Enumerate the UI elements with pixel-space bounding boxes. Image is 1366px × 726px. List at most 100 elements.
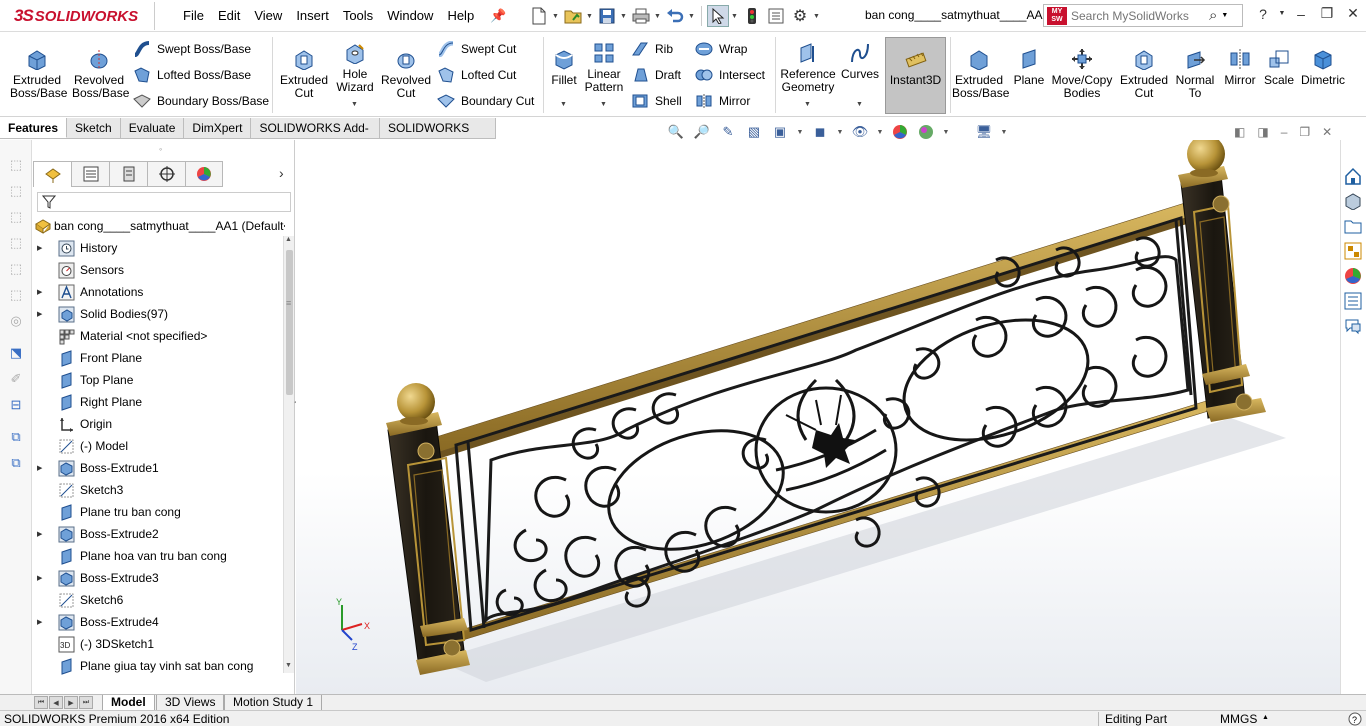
hide-show-dropdown-icon[interactable]: ▼ <box>876 122 884 142</box>
intersect-button[interactable]: Intersect <box>694 64 765 86</box>
tree-item[interactable]: Plane giua tay vinh sat ban cong <box>33 655 283 677</box>
instant3d-button[interactable]: Instant3D <box>885 37 946 114</box>
scroll-thumb[interactable] <box>286 250 293 395</box>
tree-item[interactable]: Sensors <box>33 259 283 281</box>
curves-dropdown-icon[interactable]: ▼ <box>856 101 863 108</box>
help-icon[interactable]: ? <box>1252 6 1274 22</box>
hole-wizard-button[interactable]: Hole Wizard <box>332 41 378 94</box>
last-tab-icon[interactable]: ⏭ <box>79 696 93 709</box>
appearances-icon[interactable] <box>1341 264 1365 288</box>
close-icon[interactable]: ✕ <box>1342 5 1364 22</box>
fillet-button[interactable]: Fillet <box>548 47 580 87</box>
apply-scene-dropdown-icon[interactable]: ▼ <box>942 122 950 142</box>
mirror-button[interactable]: Mirror <box>1220 47 1260 87</box>
reference-geometry-button[interactable]: Reference Geometry <box>779 41 837 94</box>
menu-view[interactable]: View <box>247 7 289 24</box>
arc-tool-icon[interactable]: ⬚ <box>0 282 32 308</box>
tab-sketch[interactable]: Sketch <box>67 118 121 138</box>
undo-dropdown-icon[interactable]: ▼ <box>688 13 696 20</box>
extruded-boss-2-button[interactable]: Extruded Boss/Base <box>952 47 1009 100</box>
swept-cut-button[interactable]: Swept Cut <box>436 38 516 60</box>
status-help-icon[interactable]: ? <box>1348 712 1362 726</box>
shell-button[interactable]: Shell <box>630 90 682 112</box>
tree-item[interactable]: Sketch6 <box>33 589 283 611</box>
tree-item[interactable]: Sketch3 <box>33 479 283 501</box>
status-units[interactable]: MMGS <box>1220 712 1257 726</box>
tab-evaluate[interactable]: Evaluate <box>120 118 185 138</box>
panel-grip-icon[interactable]: ◦ <box>159 144 162 154</box>
sketch-tool-icon[interactable]: ⬚ <box>0 152 32 178</box>
search-icon[interactable]: ⌕ <box>1209 7 1217 24</box>
previous-tab-icon[interactable]: ◀ <box>49 696 63 709</box>
viewport-restore-icon[interactable]: ❐ <box>1299 125 1310 139</box>
tree-filter-box[interactable] <box>37 192 291 212</box>
previous-view-icon[interactable]: ✎ <box>718 122 738 142</box>
offset-entities-icon[interactable]: ✐ <box>0 366 32 392</box>
boundary-cut-button[interactable]: Boundary Cut <box>436 90 534 112</box>
units-dropdown-icon[interactable]: ▲ <box>1262 714 1269 721</box>
open-dropdown-icon[interactable]: ▼ <box>586 13 594 20</box>
expand-arrow-icon[interactable]: ▶ <box>37 244 47 252</box>
select-pointer-icon[interactable] <box>707 5 729 27</box>
boundary-boss-button[interactable]: Boundary Boss/Base <box>132 90 269 112</box>
viewport-close-icon[interactable]: ✕ <box>1322 125 1332 139</box>
scale-button[interactable]: Scale <box>1262 47 1296 87</box>
viewport-split-right-icon[interactable]: ◨ <box>1257 125 1268 139</box>
search-dropdown-icon[interactable]: ▼ <box>1221 12 1228 19</box>
zoom-to-area-icon[interactable]: 🔎 <box>692 122 712 142</box>
lofted-cut-button[interactable]: Lofted Cut <box>436 64 516 86</box>
rib-button[interactable]: Rib <box>630 38 673 60</box>
forum-icon[interactable] <box>1341 314 1365 338</box>
search-box[interactable]: MY SW ⌕ ▼ <box>1043 4 1243 27</box>
tree-item[interactable]: ▶ Boss-Extrude4 <box>33 611 283 633</box>
menu-insert[interactable]: Insert <box>289 7 336 24</box>
display-style-icon[interactable]: ◼ <box>810 122 830 142</box>
restore-icon[interactable]: ❐ <box>1316 5 1338 22</box>
hide-show-items-icon[interactable]: 👁 <box>850 122 870 142</box>
view-orientation-dropdown-icon[interactable]: ▼ <box>796 122 804 142</box>
save-icon[interactable] <box>596 5 618 27</box>
tree-item[interactable]: ▶ Boss-Extrude3 <box>33 567 283 589</box>
tab-display-manager[interactable] <box>185 161 223 187</box>
circle-tool-icon[interactable]: ⬚ <box>0 256 32 282</box>
expand-arrow-icon[interactable]: ▶ <box>37 464 47 472</box>
tree-item[interactable]: Right Plane <box>33 391 283 413</box>
extruded-cut-2-button[interactable]: Extruded Cut <box>1118 47 1170 100</box>
zoom-to-fit-icon[interactable]: 🔍 <box>666 122 686 142</box>
tree-item[interactable]: 3D (-) 3DSketch1 <box>33 633 283 655</box>
fillet-dropdown-icon[interactable]: ▼ <box>560 101 567 108</box>
tree-root-part[interactable]: ban cong____satmythuat____AA1 (Default< <box>35 217 285 235</box>
tab-dimxpert-manager[interactable] <box>147 161 185 187</box>
swept-boss-button[interactable]: Swept Boss/Base <box>132 38 251 60</box>
menu-window[interactable]: Window <box>380 7 440 24</box>
tab-mbd[interactable]: SOLIDWORKS MBD <box>379 118 496 155</box>
search-input[interactable] <box>1071 8 1207 23</box>
first-tab-icon[interactable]: ⏮ <box>34 696 48 709</box>
tab-motion-study[interactable]: Motion Study 1 <box>224 695 323 711</box>
view-orientation-icon[interactable]: ▣ <box>770 122 790 142</box>
minimize-icon[interactable]: – <box>1290 6 1312 22</box>
tree-item[interactable]: Material <not specified> <box>33 325 283 347</box>
menu-tools[interactable]: Tools <box>336 7 380 24</box>
file-properties-icon[interactable] <box>765 5 787 27</box>
smart-dimension-icon[interactable]: ⬚ <box>0 178 32 204</box>
solidworks-logo[interactable]: 3S SOLIDWORKS <box>14 5 138 27</box>
linear-pattern-button[interactable]: Linear Pattern <box>582 41 626 94</box>
select-dropdown-icon[interactable]: ▼ <box>731 13 739 20</box>
tree-item[interactable]: (-) Model <box>33 435 283 457</box>
tree-item[interactable]: ▶ Solid Bodies(97) <box>33 303 283 325</box>
spline-tool-icon[interactable]: ◎ <box>0 308 32 334</box>
tab-model[interactable]: Model <box>102 695 155 711</box>
view-palette-icon[interactable] <box>1341 239 1365 263</box>
tab-dimxpert[interactable]: DimXpert <box>184 118 252 138</box>
convert-entities-icon[interactable]: ⬔ <box>0 340 32 366</box>
home-icon[interactable] <box>1341 164 1365 188</box>
reference-geometry-dropdown-icon[interactable]: ▼ <box>804 101 811 108</box>
menu-file[interactable]: File <box>176 7 211 24</box>
menu-edit[interactable]: Edit <box>211 7 247 24</box>
tree-item[interactable]: Front Plane <box>33 347 283 369</box>
tab-feature-tree[interactable] <box>33 161 71 187</box>
normal-to-button[interactable]: Normal To <box>1174 47 1216 100</box>
curves-button[interactable]: Curves <box>840 41 880 81</box>
graphics-viewport[interactable]: Y X Z <box>296 135 1340 694</box>
